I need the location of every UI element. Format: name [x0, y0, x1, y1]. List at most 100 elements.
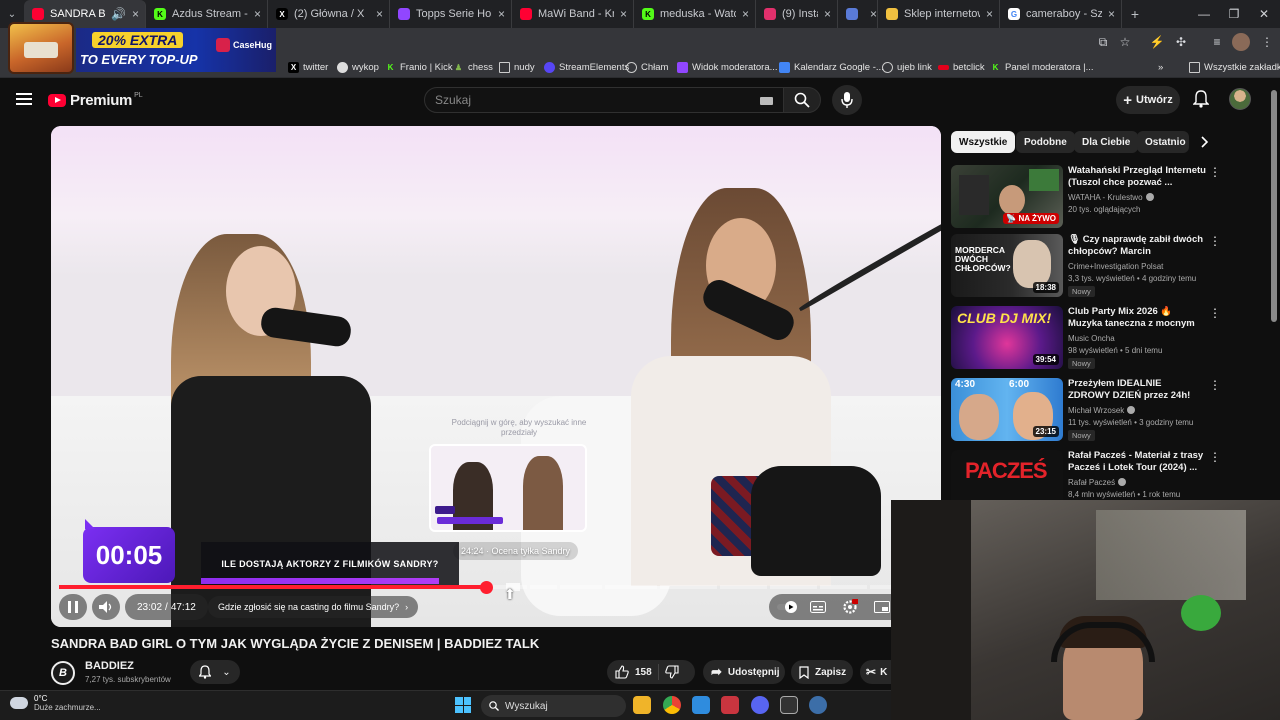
chapter-button[interactable]: Gdzie zgłosić się na casting do filmu Sa…: [208, 596, 419, 618]
notifications-bell-icon[interactable]: [1190, 88, 1212, 110]
bookmarks-overflow-icon[interactable]: »: [1158, 59, 1163, 75]
tab-close-icon[interactable]: ×: [986, 7, 993, 21]
tab-close-icon[interactable]: ×: [376, 7, 383, 21]
create-button[interactable]: + Utwórz: [1116, 86, 1180, 114]
weather-widget[interactable]: 0°C Duże zachmurze...: [10, 694, 101, 712]
account-avatar[interactable]: [1229, 88, 1251, 110]
terminal-icon[interactable]: [780, 696, 798, 714]
more-options-icon[interactable]: ⋮: [1209, 378, 1221, 392]
share-button[interactable]: ➦ Udostępnij: [703, 660, 785, 684]
video-thumbnail[interactable]: CLUB DJ MIX! 39:54: [951, 306, 1063, 369]
tab-close-icon[interactable]: ×: [742, 7, 749, 21]
tab-close-icon[interactable]: ×: [824, 7, 831, 21]
recommendation-title[interactable]: 🎙 Czy naprawdę zabił dwóch chłopców? Mar…: [1068, 234, 1206, 259]
speaker-icon[interactable]: 🔊: [111, 7, 126, 21]
more-options-icon[interactable]: ⋮: [1209, 306, 1221, 320]
chips-next-chevron-icon[interactable]: [1196, 133, 1214, 151]
bookmark-streamelements[interactable]: StreamElements: [544, 59, 629, 75]
bookmark-chlam[interactable]: Chłam: [626, 59, 668, 75]
new-tab-icon[interactable]: +: [1122, 0, 1148, 28]
progress-chapter-segment[interactable]: [530, 585, 557, 589]
recommendation-item[interactable]: 📡 NA ŻYWO Watahański Przegląd Internetu …: [951, 165, 1231, 229]
video-thumbnail[interactable]: 📡 NA ŻYWO: [951, 165, 1063, 228]
channel-avatar[interactable]: B: [51, 661, 75, 685]
media-control-icon[interactable]: ≡: [1208, 33, 1226, 51]
bookmark-ujeb-link[interactable]: ujeb link: [882, 59, 932, 75]
chrome-icon[interactable]: [663, 696, 681, 714]
progress-chapter-segment[interactable]: [820, 585, 867, 589]
subtitles-button[interactable]: [809, 599, 827, 615]
tab-close-icon[interactable]: ×: [254, 7, 261, 21]
volume-button[interactable]: [92, 594, 120, 620]
channel-name[interactable]: BADDIEZ: [85, 660, 134, 672]
autoplay-toggle[interactable]: [777, 599, 799, 615]
progress-bar[interactable]: [59, 581, 933, 594]
tab-window[interactable]: ×: [838, 0, 878, 28]
windows-start-icon[interactable]: [455, 697, 471, 713]
video-thumbnail[interactable]: PACZEŚ: [951, 450, 1063, 500]
extension-bolt-icon[interactable]: ⚡: [1148, 33, 1166, 51]
keyboard-icon[interactable]: [760, 97, 773, 105]
browser-menu-icon[interactable]: ⋮: [1258, 33, 1276, 51]
tab-x[interactable]: X (2) Główna / X ×: [268, 0, 390, 28]
settings-app-icon[interactable]: [809, 696, 827, 714]
tab-sklep[interactable]: Sklep internetowy Tr ×: [878, 0, 1000, 28]
tab-close-icon[interactable]: ×: [620, 7, 627, 21]
bookmark-nudy[interactable]: nudy: [499, 59, 535, 75]
video-thumbnail[interactable]: 4:30 6:00 23:15: [951, 378, 1063, 441]
bookmark-chess[interactable]: ♟ chess: [453, 59, 493, 75]
tab-meduska[interactable]: K meduska - Watch cli ×: [634, 0, 756, 28]
chip-recent[interactable]: Ostatnio: [1137, 131, 1189, 153]
progress-scrubber-knob[interactable]: [480, 581, 493, 594]
recommendation-item[interactable]: 4:30 6:00 23:15 Przeżyłem IDEALNIE ZDROW…: [951, 378, 1231, 442]
search-input[interactable]: [435, 92, 735, 108]
recommendation-item[interactable]: CLUB DJ MIX! 39:54 Club Party Mix 2026 🔥…: [951, 306, 1231, 370]
bookmark-panel-moderatora[interactable]: K Panel moderatora |...: [990, 59, 1094, 75]
bookmark-kalendarz[interactable]: Kalendarz Google -...: [779, 59, 884, 75]
all-bookmarks[interactable]: Wszystkie zakładki: [1189, 59, 1280, 75]
bookmark-franio-kick[interactable]: K Franio | Kick: [385, 59, 453, 75]
chip-related[interactable]: Podobne: [1016, 131, 1075, 153]
recommendation-title[interactable]: Przeżyłem IDEALNIE ZDROWY DZIEŃ przez 24…: [1068, 378, 1206, 402]
dislike-button[interactable]: [664, 665, 679, 679]
chip-for-you[interactable]: Dla Ciebie: [1074, 131, 1139, 153]
progress-chapter-segment[interactable]: [605, 585, 657, 589]
taskbar-search[interactable]: Wyszukaj: [481, 695, 626, 717]
progress-chapter-segment[interactable]: [770, 585, 817, 589]
recommendation-title[interactable]: Watahański Przegląd Internetu (Tuszol ch…: [1068, 165, 1206, 189]
tab-mawi[interactable]: MaWi Band - Krągłe ×: [512, 0, 634, 28]
progress-chapter-segment[interactable]: [720, 585, 767, 589]
recommendation-item[interactable]: PACZEŚ Rafał Pacześ - Materiał z trasy P…: [951, 450, 1231, 500]
close-window-icon[interactable]: ✕: [1244, 0, 1280, 28]
bookmark-betclick[interactable]: betclick: [938, 59, 985, 75]
video-player[interactable]: Podciągnij w górę, aby wyszukać inne prz…: [51, 126, 941, 627]
clip-button[interactable]: ✂ K: [860, 660, 891, 684]
tab-close-icon[interactable]: ×: [1108, 7, 1115, 21]
tab-instagram[interactable]: (9) Instagram ×: [756, 0, 838, 28]
page-scrollbar[interactable]: [1271, 90, 1277, 322]
profile-avatar-icon[interactable]: [1232, 33, 1250, 51]
app-red-icon[interactable]: [721, 696, 739, 714]
hamburger-menu-icon[interactable]: [16, 92, 32, 105]
bookmark-twitter[interactable]: Xtwitter: [288, 59, 328, 75]
recommendation-title[interactable]: Rafał Pacześ - Materiał z trasy Pacześ i…: [1068, 450, 1206, 474]
extensions-puzzle-icon[interactable]: ✣: [1172, 33, 1190, 51]
bookmark-star-icon[interactable]: ☆: [1116, 33, 1134, 51]
tab-google[interactable]: G cameraboy - Szukaj ×: [1000, 0, 1122, 28]
install-app-icon[interactable]: ⧉: [1094, 33, 1112, 51]
progress-chapter-segment[interactable]: [560, 585, 602, 589]
settings-button[interactable]: [841, 599, 859, 615]
pause-button[interactable]: [59, 594, 87, 620]
miniplayer-button[interactable]: [873, 599, 891, 615]
file-explorer-icon[interactable]: [633, 696, 651, 714]
chip-all[interactable]: Wszystkie: [951, 131, 1016, 153]
more-options-icon[interactable]: ⋮: [1209, 234, 1221, 248]
youtube-premium-logo[interactable]: Premium PL: [48, 92, 143, 109]
recommendation-title[interactable]: Club Party Mix 2026 🔥 Muzyka taneczna z …: [1068, 306, 1206, 331]
search-button[interactable]: [783, 87, 821, 113]
bookmark-widok-moderatora[interactable]: Widok moderatora...: [677, 59, 778, 75]
tab-close-icon[interactable]: ×: [132, 7, 139, 21]
progress-chapter-segment[interactable]: [660, 585, 717, 589]
discord-icon[interactable]: [751, 696, 769, 714]
bookmark-wykop[interactable]: wykop: [337, 59, 379, 75]
